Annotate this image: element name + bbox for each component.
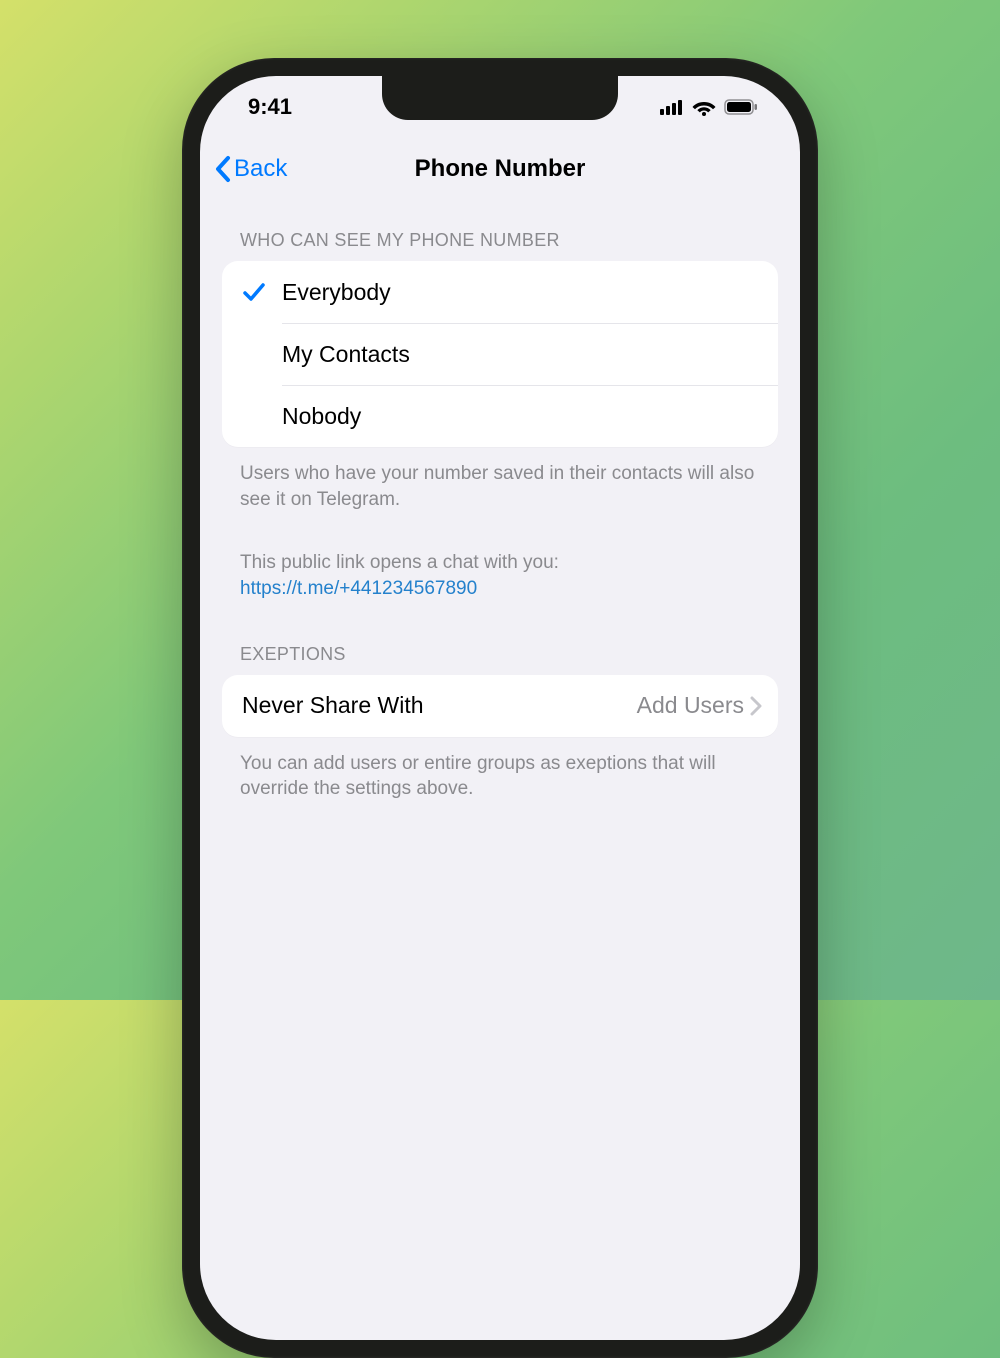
phone-screen: 9:41 xyxy=(200,76,800,1340)
checkmark-icon xyxy=(242,281,266,303)
phone-notch xyxy=(382,76,618,120)
nav-bar: Back Phone Number xyxy=(200,138,800,200)
visibility-options-card: Everybody My Contacts Nobody xyxy=(222,261,778,447)
option-label: Everybody xyxy=(282,279,391,306)
public-link[interactable]: https://t.me/+441234567890 xyxy=(240,578,477,599)
visibility-footer-1: Users who have your number saved in thei… xyxy=(222,447,778,512)
back-button[interactable]: Back xyxy=(214,155,287,183)
exceptions-section-header: EXEPTIONS xyxy=(222,602,778,675)
public-link-caption: This public link opens a chat with you: xyxy=(240,552,559,573)
status-time: 9:41 xyxy=(248,94,292,120)
option-nobody[interactable]: Nobody xyxy=(222,385,778,447)
battery-icon xyxy=(724,99,758,115)
wifi-icon xyxy=(692,99,716,116)
phone-frame: 9:41 xyxy=(182,58,818,1358)
never-share-with-value: Add Users xyxy=(637,692,744,719)
chevron-left-icon xyxy=(214,155,232,183)
back-label: Back xyxy=(234,155,287,183)
page-title: Phone Number xyxy=(200,155,800,183)
chevron-right-icon xyxy=(750,696,762,716)
cellular-icon xyxy=(660,99,684,115)
visibility-footer-2: This public link opens a chat with you: … xyxy=(222,536,778,601)
option-everybody[interactable]: Everybody xyxy=(222,261,778,323)
exceptions-card: Never Share With Add Users xyxy=(222,675,778,737)
never-share-with-label: Never Share With xyxy=(242,692,424,719)
never-share-with-row[interactable]: Never Share With Add Users xyxy=(222,675,778,737)
exceptions-footer: You can add users or entire groups as ex… xyxy=(222,737,778,802)
visibility-section-header: WHO CAN SEE MY PHONE NUMBER xyxy=(222,200,778,261)
option-my-contacts[interactable]: My Contacts xyxy=(222,323,778,385)
option-label: Nobody xyxy=(282,403,361,430)
option-label: My Contacts xyxy=(282,341,410,368)
status-indicators xyxy=(660,99,758,116)
